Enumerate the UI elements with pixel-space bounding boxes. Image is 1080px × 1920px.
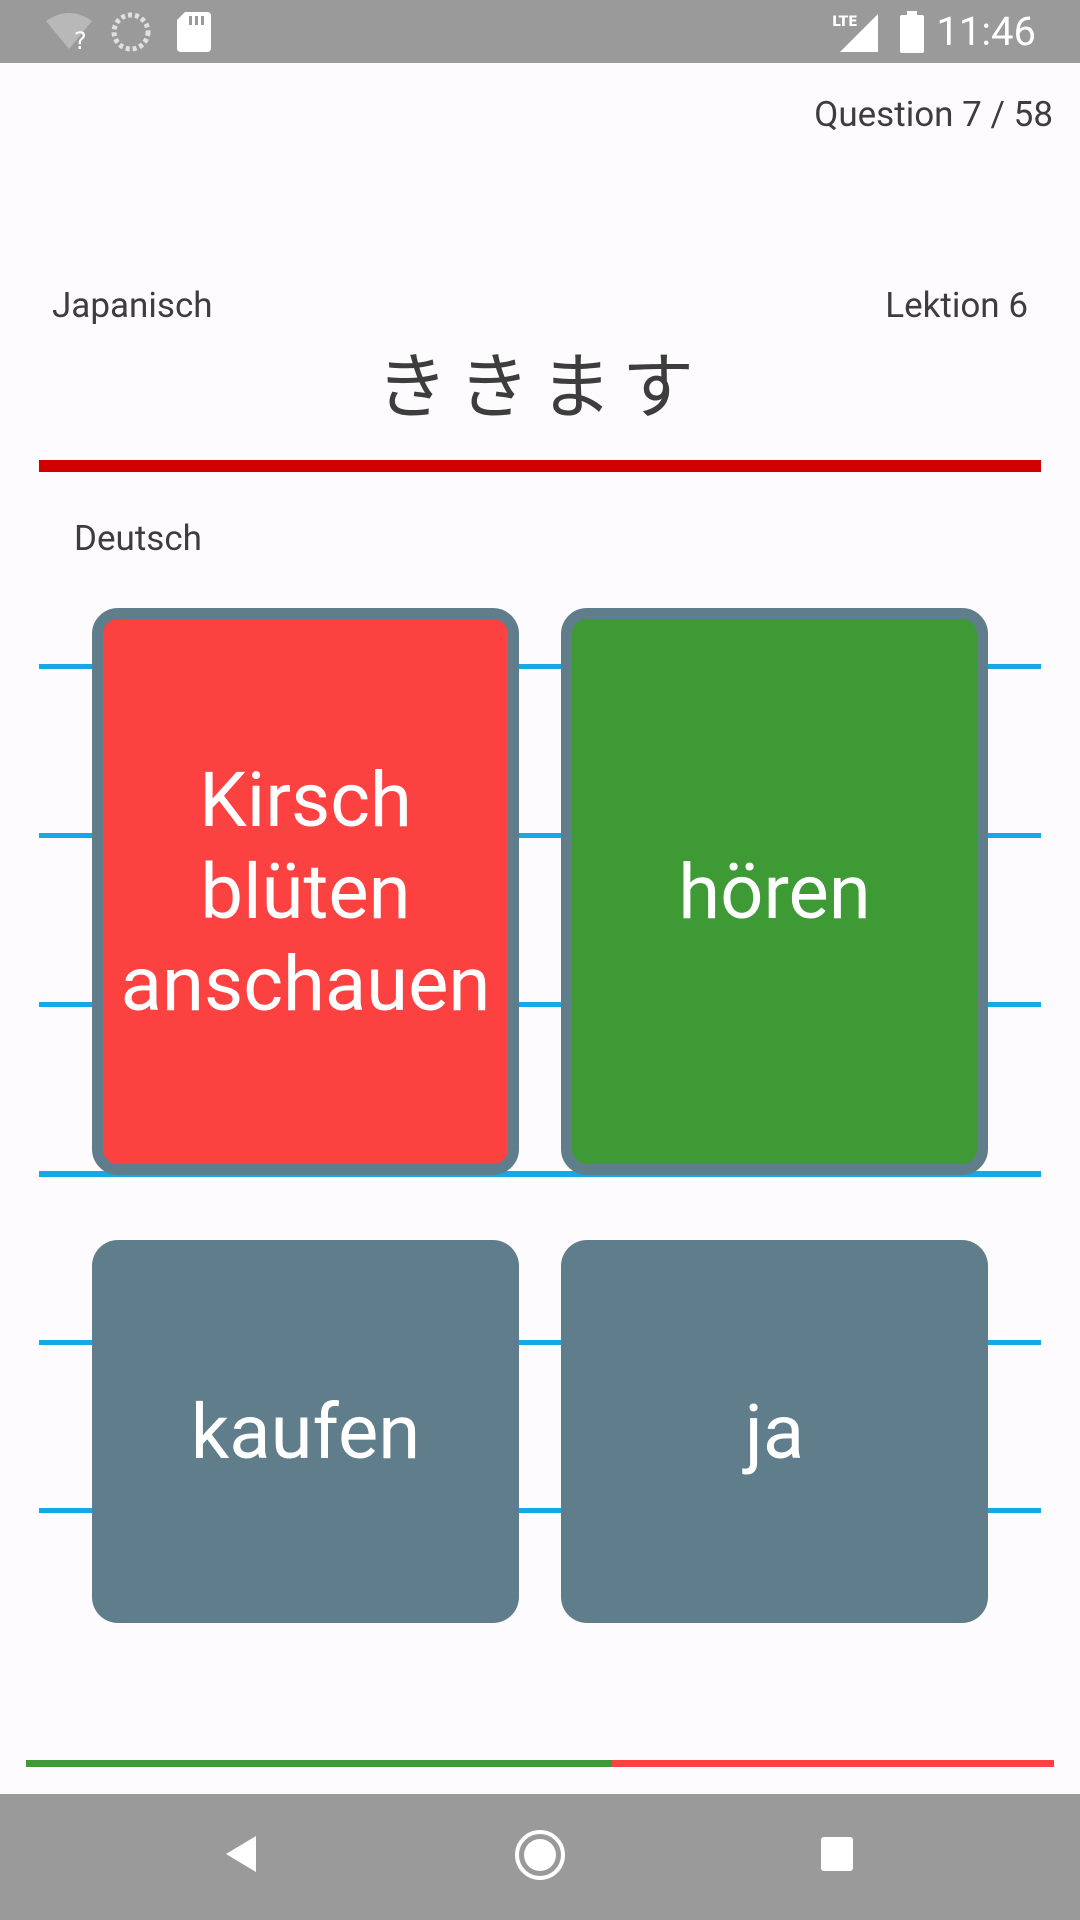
source-language-label: Japanisch	[52, 285, 213, 326]
navigation-bar	[0, 1794, 1080, 1920]
back-icon[interactable]	[222, 1834, 258, 1874]
answer-card-wrong[interactable]: Kirsch blüten anschauen	[92, 608, 519, 1175]
lesson-label: Lektion 6	[885, 285, 1028, 326]
question-word: ききます	[375, 345, 704, 429]
wifi-question-icon: ?	[46, 13, 92, 51]
home-icon[interactable]	[513, 1828, 567, 1882]
lte-signal-icon: LTE	[832, 14, 878, 52]
progress-wrong-bar	[612, 1760, 1054, 1767]
answer-card[interactable]: kaufen	[92, 1240, 519, 1623]
progress-correct-bar	[26, 1760, 612, 1767]
word-divider	[39, 460, 1041, 472]
status-bar: ? LTE 11:46	[0, 0, 1080, 63]
svg-text:LTE: LTE	[832, 14, 858, 30]
recents-icon[interactable]	[820, 1836, 854, 1872]
answer-card[interactable]: ja	[561, 1240, 988, 1623]
sync-icon	[111, 12, 151, 52]
sd-card-icon	[177, 12, 211, 52]
status-time: 11:46	[936, 8, 1036, 55]
svg-text:?: ?	[74, 27, 87, 51]
answer-card-correct[interactable]: hören	[561, 608, 988, 1175]
target-language-label: Deutsch	[74, 518, 202, 559]
question-counter: Question 7 / 58	[814, 94, 1053, 135]
battery-icon	[900, 11, 924, 53]
